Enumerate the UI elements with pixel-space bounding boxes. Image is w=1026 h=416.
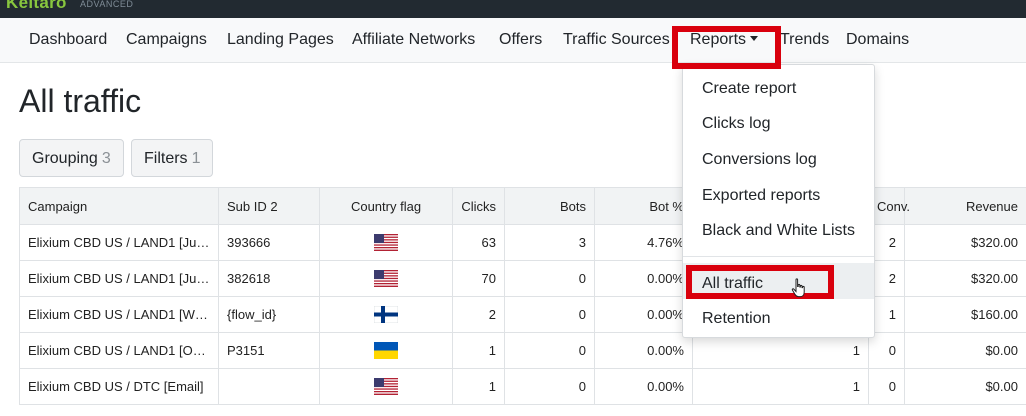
cell-country-flag xyxy=(319,224,453,261)
cell-conv: 0 xyxy=(868,332,905,369)
nav-affiliate-networks[interactable]: Affiliate Networks xyxy=(352,31,475,49)
ua-flag-icon xyxy=(374,342,398,360)
cell-bots: 0 xyxy=(504,296,595,333)
menu-item-create-report[interactable]: Create report xyxy=(683,68,874,104)
col-header-country-flag[interactable]: Country flag xyxy=(319,187,453,225)
cell-country-flag xyxy=(319,260,453,297)
menu-item-exported-reports[interactable]: Exported reports xyxy=(683,175,874,211)
cell-campaign[interactable]: Elixium CBD US / LAND1 [Jumbo] xyxy=(19,224,219,261)
cell-conv: 0 xyxy=(868,368,905,405)
cell-sub-id-2: {flow_id} xyxy=(218,296,320,333)
caret-down-icon xyxy=(750,36,759,41)
menu-divider xyxy=(683,256,874,257)
filters-count: 1 xyxy=(191,150,201,167)
nav-offers[interactable]: Offers xyxy=(499,31,542,49)
cell-revenue: $0.00 xyxy=(904,368,1026,405)
hand-pointer-icon xyxy=(791,278,807,303)
grouping-button[interactable]: Grouping 3 xyxy=(19,139,124,177)
cell-campaign[interactable]: Elixium CBD US / LAND1 [Jumbo] xyxy=(19,260,219,297)
us-flag-icon xyxy=(374,234,398,252)
cell-revenue: $320.00 xyxy=(904,224,1026,261)
grouping-label: Grouping xyxy=(32,150,98,167)
col-header-clicks[interactable]: Clicks xyxy=(452,187,505,225)
nav-dashboard[interactable]: Dashboard xyxy=(29,31,107,49)
cell-revenue: $160.00 xyxy=(904,296,1026,333)
table-row[interactable]: Elixium CBD US / LAND1 [Jumbo] 393666 63… xyxy=(19,224,1026,261)
main-navbar: Dashboard Campaigns Landing Pages Affili… xyxy=(0,18,1026,63)
col-header-bots[interactable]: Bots xyxy=(504,187,595,225)
cell-sub-id-2: 382618 xyxy=(218,260,320,297)
nav-landing-pages[interactable]: Landing Pages xyxy=(227,31,334,49)
grouping-count: 3 xyxy=(101,150,111,167)
table-row[interactable]: Elixium CBD US / LAND1 [Whale] {flow_id}… xyxy=(19,296,1026,333)
page-title: All traffic xyxy=(19,83,142,119)
table-row[interactable]: Elixium CBD US / LAND1 [Oasis] P3151 1 0… xyxy=(19,332,1026,369)
nav-campaigns[interactable]: Campaigns xyxy=(126,31,207,49)
cell-revenue: $320.00 xyxy=(904,260,1026,297)
cell-bot-pct: 4.76% xyxy=(594,224,693,261)
nav-traffic-sources[interactable]: Traffic Sources xyxy=(563,31,670,49)
menu-item-all-traffic[interactable]: All traffic xyxy=(683,263,874,299)
menu-item-conversions-log[interactable]: Conversions log xyxy=(683,139,874,175)
col-header-campaign[interactable]: Campaign xyxy=(19,187,219,225)
nav-domains[interactable]: Domains xyxy=(846,31,909,49)
cell-clicks: 1 xyxy=(452,332,505,369)
nav-trends[interactable]: Trends xyxy=(780,31,829,49)
menu-item-clicks-log[interactable]: Clicks log xyxy=(683,103,874,139)
table-header-row: Campaign Sub ID 2 Country flag Clicks Bo… xyxy=(19,187,1026,225)
cell-clicks: 2 xyxy=(452,296,505,333)
us-flag-icon xyxy=(374,378,398,396)
cell-clicks: 1 xyxy=(452,368,505,405)
cell-sub-id-2 xyxy=(218,368,320,405)
cell-campaign[interactable]: Elixium CBD US / DTC [Email] xyxy=(19,368,219,405)
cell-sub-id-2: P3151 xyxy=(218,332,320,369)
cell-bots: 0 xyxy=(504,332,595,369)
col-header-bot-pct[interactable]: Bot % xyxy=(594,187,693,225)
menu-item-black-white-lists[interactable]: Black and White Lists xyxy=(683,210,874,246)
cell-bot-pct: 0.00% xyxy=(594,332,693,369)
reports-dropdown-menu: Create report Clicks log Conversions log… xyxy=(682,64,875,338)
cell-country-flag xyxy=(319,332,453,369)
cell-hidden: 1 xyxy=(692,368,869,405)
us-flag-icon xyxy=(374,270,398,288)
top-brand-bar: Keitaro ADVANCED xyxy=(0,0,1026,18)
filters-label: Filters xyxy=(144,150,188,167)
cell-bots: 0 xyxy=(504,260,595,297)
cell-country-flag xyxy=(319,368,453,405)
col-header-revenue[interactable]: Revenue xyxy=(904,187,1026,225)
cell-bot-pct: 0.00% xyxy=(594,260,693,297)
cell-campaign[interactable]: Elixium CBD US / LAND1 [Oasis] xyxy=(19,332,219,369)
cell-clicks: 63 xyxy=(452,224,505,261)
cell-bot-pct: 0.00% xyxy=(594,296,693,333)
cell-bots: 0 xyxy=(504,368,595,405)
cell-campaign[interactable]: Elixium CBD US / LAND1 [Whale] xyxy=(19,296,219,333)
app-logo[interactable]: Keitaro xyxy=(6,0,67,13)
table-row[interactable]: Elixium CBD US / DTC [Email] 1 0 0.00% 1… xyxy=(19,368,1026,405)
cell-clicks: 70 xyxy=(452,260,505,297)
fi-flag-icon xyxy=(374,306,398,324)
edition-label: ADVANCED xyxy=(80,0,134,9)
cell-revenue: $0.00 xyxy=(904,332,1026,369)
cell-bots: 3 xyxy=(504,224,595,261)
menu-item-retention[interactable]: Retention xyxy=(683,298,874,334)
cell-country-flag xyxy=(319,296,453,333)
nav-reports-label: Reports xyxy=(690,31,747,48)
cell-sub-id-2: 393666 xyxy=(218,224,320,261)
table-row[interactable]: Elixium CBD US / LAND1 [Jumbo] 382618 70… xyxy=(19,260,1026,297)
filters-button[interactable]: Filters 1 xyxy=(131,139,214,177)
col-header-sub-id-2[interactable]: Sub ID 2 xyxy=(218,187,320,225)
nav-reports[interactable]: Reports xyxy=(690,31,759,49)
cell-bot-pct: 0.00% xyxy=(594,368,693,405)
